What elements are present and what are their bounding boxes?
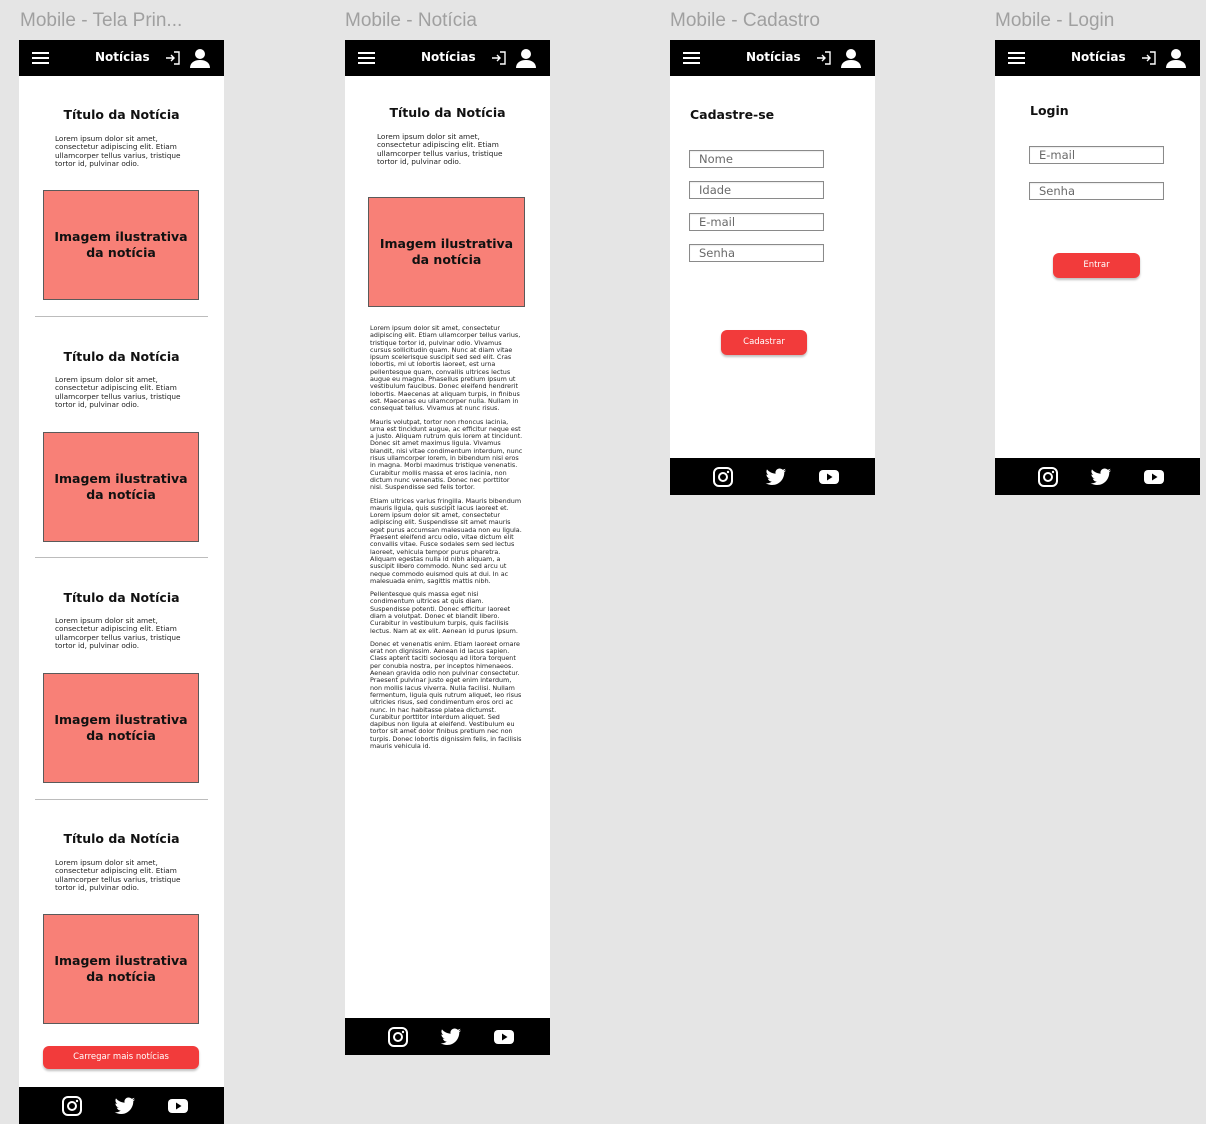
divider	[35, 316, 208, 317]
nav-title[interactable]: Notícias	[95, 50, 150, 64]
login-button[interactable]: Entrar	[1053, 253, 1140, 278]
top-nav-bar: Notícias	[995, 40, 1200, 76]
news-card-summary: Lorem ipsum dolor sit amet, consectetur …	[55, 134, 181, 169]
instagram-icon[interactable]	[387, 1027, 409, 1047]
frame-label-home: Mobile - Tela Prin...	[20, 10, 183, 31]
login-title: Login	[1030, 103, 1069, 118]
news-card-title[interactable]: Título da Notícia	[19, 831, 224, 846]
news-card-summary: Lorem ipsum dolor sit amet, consectetur …	[55, 375, 181, 410]
footer	[995, 458, 1200, 495]
login-icon[interactable]	[1141, 50, 1157, 66]
signup-title: Cadastre-se	[690, 107, 775, 122]
top-nav-bar: Notícias	[345, 40, 550, 76]
frame-label-signup: Mobile - Cadastro	[670, 10, 820, 31]
top-nav-bar: Notícias	[19, 40, 224, 76]
youtube-icon[interactable]	[818, 467, 840, 487]
nav-title[interactable]: Notícias	[421, 50, 476, 64]
user-icon[interactable]	[1165, 47, 1187, 69]
instagram-icon[interactable]	[712, 467, 734, 487]
news-card-title[interactable]: Título da Notícia	[19, 590, 224, 605]
twitter-icon[interactable]	[440, 1027, 462, 1047]
login-icon[interactable]	[165, 50, 181, 66]
email-field[interactable]: E-mail	[689, 213, 824, 231]
signup-frame: Notícias Cadastre-se Nome Idade E-mail S…	[670, 40, 875, 495]
nav-title[interactable]: Notícias	[746, 50, 801, 64]
news-card-title[interactable]: Título da Notícia	[19, 107, 224, 122]
user-icon[interactable]	[515, 47, 537, 69]
hamburger-icon[interactable]	[1008, 52, 1025, 64]
login-icon[interactable]	[491, 50, 507, 66]
footer	[345, 1018, 550, 1055]
news-card-image[interactable]: Imagem ilustrativa da notícia	[43, 190, 199, 300]
article-paragraph: Mauris volutpat, tortor non rhoncus laci…	[370, 417, 523, 492]
password-field[interactable]: Senha	[1029, 182, 1164, 200]
youtube-icon[interactable]	[493, 1027, 515, 1047]
news-card-image[interactable]: Imagem ilustrativa da notícia	[43, 432, 199, 542]
divider	[35, 557, 208, 558]
twitter-icon[interactable]	[765, 467, 787, 487]
article-paragraph: Lorem ipsum dolor sit amet, consectetur …	[370, 324, 521, 413]
name-field[interactable]: Nome	[689, 150, 824, 168]
news-card-image[interactable]: Imagem ilustrativa da notícia	[43, 673, 199, 783]
footer	[19, 1087, 224, 1124]
frame-label-login: Mobile - Login	[995, 10, 1115, 31]
age-field[interactable]: Idade	[689, 181, 824, 199]
instagram-icon[interactable]	[61, 1096, 83, 1116]
article-paragraph: Etiam ultrices varius fringilla. Mauris …	[370, 496, 522, 585]
youtube-icon[interactable]	[1143, 467, 1165, 487]
hamburger-icon[interactable]	[683, 52, 700, 64]
news-card-image[interactable]: Imagem ilustrativa da notícia	[43, 914, 199, 1024]
article-paragraph: Pellentesque quis massa eget nisi condim…	[370, 590, 518, 635]
signup-button[interactable]: Cadastrar	[721, 330, 807, 355]
hamburger-icon[interactable]	[358, 52, 375, 64]
article-image: Imagem ilustrativa da notícia	[368, 197, 525, 307]
news-card-summary: Lorem ipsum dolor sit amet, consectetur …	[55, 616, 181, 651]
article-paragraph: Donec et venenatis enim. Etiam laoreet o…	[370, 639, 522, 751]
news-card-summary: Lorem ipsum dolor sit amet, consectetur …	[55, 858, 181, 893]
nav-title[interactable]: Notícias	[1071, 50, 1126, 64]
divider	[35, 799, 208, 800]
youtube-icon[interactable]	[167, 1096, 189, 1116]
password-field[interactable]: Senha	[689, 244, 824, 262]
frame-label-article: Mobile - Notícia	[345, 10, 477, 31]
instagram-icon[interactable]	[1037, 467, 1059, 487]
article-summary: Lorem ipsum dolor sit amet, consectetur …	[377, 132, 503, 167]
footer	[670, 458, 875, 495]
twitter-icon[interactable]	[1090, 467, 1112, 487]
login-icon[interactable]	[816, 50, 832, 66]
user-icon[interactable]	[189, 47, 211, 69]
email-field[interactable]: E-mail	[1029, 146, 1164, 164]
user-icon[interactable]	[840, 47, 862, 69]
top-nav-bar: Notícias	[670, 40, 875, 76]
login-frame: Notícias Login E-mail Senha Entrar	[995, 40, 1200, 495]
load-more-button[interactable]: Carregar mais notícias	[43, 1046, 199, 1069]
article-frame: Notícias Título da Notícia Lorem ipsum d…	[345, 40, 550, 1055]
home-frame: Notícias Título da Notícia Lorem ipsum d…	[19, 40, 224, 1124]
article-title: Título da Notícia	[389, 105, 506, 120]
hamburger-icon[interactable]	[32, 52, 49, 64]
article-body: Lorem ipsum dolor sit amet, consectetur …	[370, 324, 523, 756]
news-card-title[interactable]: Título da Notícia	[19, 349, 224, 364]
twitter-icon[interactable]	[114, 1096, 136, 1116]
